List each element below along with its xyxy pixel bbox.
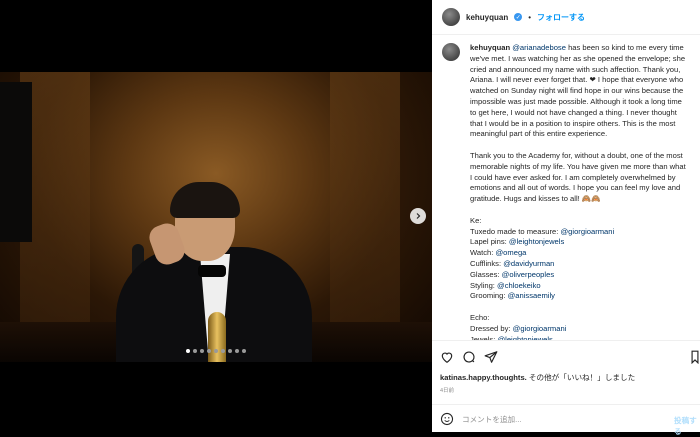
mention-link[interactable]: @giorgioarmani (560, 227, 614, 236)
likes-line: katinas.happy.thoughts. その他が「いいね！」しました (440, 372, 635, 383)
mention-link[interactable]: @omega (495, 248, 526, 257)
share-icon[interactable] (484, 350, 498, 364)
smiley-icon[interactable] (440, 412, 454, 426)
comment-icon[interactable] (462, 350, 476, 364)
caption-line (470, 140, 696, 151)
mention-link[interactable]: @arianadebose (512, 43, 566, 52)
mention-link[interactable]: @chloekeiko (497, 281, 541, 290)
carousel-dot[interactable] (242, 349, 246, 353)
post-media (0, 0, 432, 432)
carousel-dot[interactable] (207, 349, 211, 353)
caption-line: cried and announced my name with such af… (470, 64, 681, 74)
caption-line: Ke: (470, 215, 482, 225)
caption-line: Watch: @omega (470, 248, 527, 258)
caption-username[interactable]: kehuyquan (470, 43, 510, 52)
bow-tie (198, 265, 226, 277)
caption-line: that I would be in a position to inspire… (470, 118, 676, 128)
caption-line: Echo: (470, 312, 490, 322)
caption-line: we've met. I was watching her as she ope… (470, 53, 686, 63)
post-photo (0, 72, 432, 362)
oscar-statuette (208, 312, 226, 362)
caption-line: Grooming: @anissaemily (470, 291, 555, 301)
separator-dot: • (528, 12, 532, 22)
post-timestamp[interactable]: 4日前 (440, 386, 454, 394)
backdrop-panel (330, 72, 400, 362)
carousel-next-button[interactable] (410, 208, 426, 224)
post-header: kehuyquan ✓ • フォローする (432, 0, 700, 35)
caption-line: impossible was just made possible. Altho… (470, 96, 682, 106)
liker-username[interactable]: katinas.happy.thoughts. (440, 373, 527, 382)
post-sidebar: kehuyquan ✓ • フォローする kehuyquan @arianade… (432, 0, 700, 436)
caption: kehuyquan @arianadebose has been so kind… (470, 43, 696, 340)
comment-bar: 投稿する (432, 404, 700, 436)
chevron-right-icon (416, 213, 421, 219)
caption-line: Dressed by: @giorgioarmani (470, 323, 567, 333)
caption-line: Ariana. I will never ever forget that. ❤… (470, 75, 684, 85)
carousel-dot[interactable] (193, 349, 197, 353)
caption-line: kehuyquan @arianadebose has been so kind… (470, 43, 684, 52)
avatar[interactable] (442, 43, 460, 61)
action-bar (432, 340, 700, 373)
heart-icon[interactable] (440, 350, 454, 364)
mention-link[interactable]: @leightonjewels (509, 237, 564, 246)
mention-link[interactable]: @oliverpeoples (502, 270, 554, 279)
carousel-dot[interactable] (235, 349, 239, 353)
mention-link[interactable]: @giorgioarmani (513, 324, 567, 333)
carousel-dot[interactable] (228, 349, 232, 353)
caption-line (470, 205, 696, 216)
caption-line: emotions and all out of words. I hope yo… (470, 183, 681, 193)
mention-link[interactable]: @davidyurman (503, 259, 554, 268)
caption-line: gratitude. Hugs and kisses to all! 🙈🙈 (470, 194, 601, 204)
caption-line: Tuxedo made to measure: @giorgioarmani (470, 226, 615, 236)
follow-button[interactable]: フォローする (537, 12, 585, 23)
caption-line: to get here, I would not have changed a … (470, 107, 677, 117)
mention-link[interactable]: @anissaemily (508, 291, 555, 300)
caption-line: Styling: @chloekeiko (470, 280, 541, 290)
caption-line: Lapel pins: @leightonjewels (470, 237, 565, 247)
caption-line: Thank you to the Academy for, without a … (470, 150, 683, 160)
caption-line (470, 302, 696, 313)
verified-badge-icon: ✓ (514, 13, 523, 21)
caption-line: meaningful part of this entire experienc… (470, 129, 608, 139)
caption-line: memorable nights of my life. You have gi… (470, 161, 686, 171)
comment-input[interactable] (462, 411, 658, 427)
avatar[interactable] (442, 8, 460, 26)
caption-line: watched on Sunday night will find hope i… (470, 86, 684, 96)
likes-text: その他が「いいね！」しました (528, 373, 636, 382)
bookmark-icon[interactable] (690, 350, 700, 364)
carousel-dot[interactable] (200, 349, 204, 353)
post-comment-button[interactable]: 投稿する (674, 415, 700, 437)
carousel-dot[interactable] (221, 349, 225, 353)
carousel-dot[interactable] (186, 349, 190, 353)
header-username[interactable]: kehuyquan (466, 13, 508, 22)
caption-line: Cufflinks: @davidyurman (470, 258, 555, 268)
caption-line: Glasses: @oliverpeoples (470, 269, 555, 279)
carousel-dot[interactable] (214, 349, 218, 353)
person-hair (170, 182, 240, 218)
caption-line: I could have ever asked for. I am comple… (470, 172, 676, 182)
camera-silhouette (0, 82, 32, 242)
caption-scroll-area[interactable]: kehuyquan @arianadebose has been so kind… (432, 35, 700, 340)
